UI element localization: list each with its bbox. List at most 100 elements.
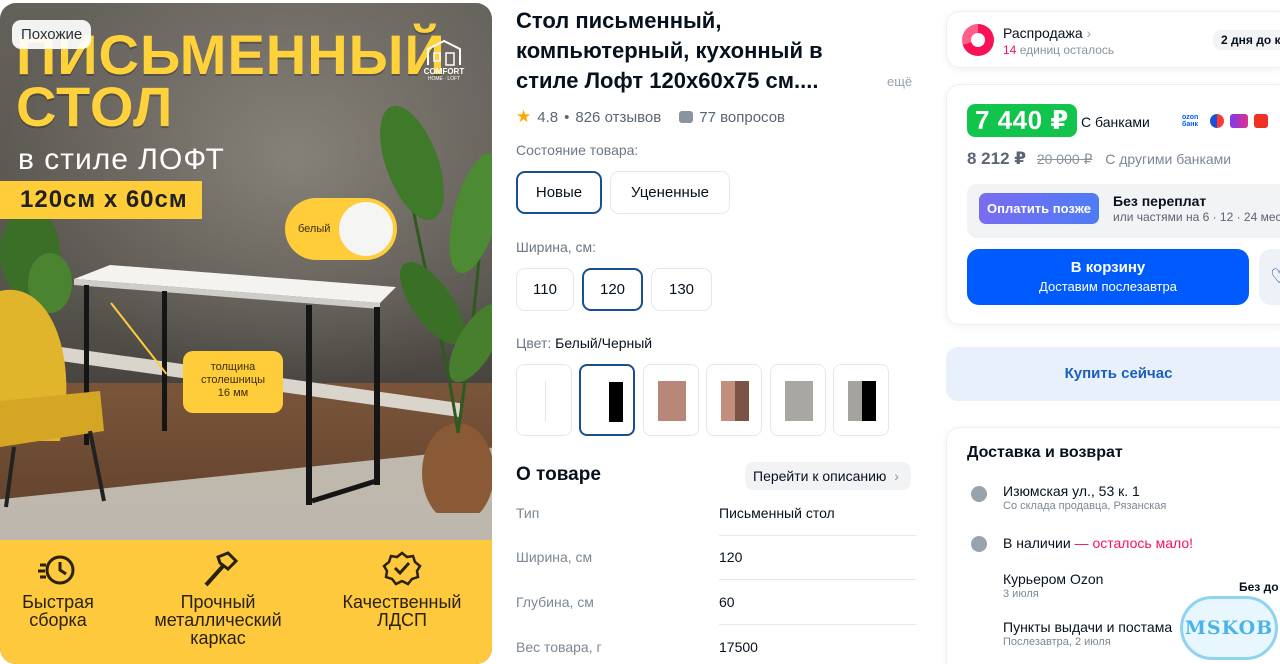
spec-value: 60: [719, 594, 735, 610]
other-price: 8 212 ₽: [967, 149, 1027, 168]
stock-prefix: В наличии: [1003, 535, 1071, 551]
add-to-cart-button[interactable]: В корзину Доставим послезавтра: [967, 249, 1249, 305]
buy-now-button[interactable]: Купить сейчас: [946, 347, 1280, 401]
feature-line1: Прочный: [180, 592, 256, 612]
house-logo-icon: [427, 39, 461, 66]
width-110-button[interactable]: 110: [516, 268, 574, 311]
questions-link[interactable]: 77 вопросов: [699, 109, 785, 126]
chevron-right-icon: ›: [894, 468, 899, 484]
swatch-concrete[interactable]: [770, 364, 826, 436]
ozon-bank-icon: ozon банк: [1182, 114, 1204, 128]
width-options: 110 120 130: [516, 268, 916, 312]
other-banks-label: С другими банками: [1105, 151, 1232, 167]
title-more-link[interactable]: ещё: [887, 74, 912, 89]
pay-later-box[interactable]: Оплатить позже Без переплат или частями …: [967, 184, 1280, 238]
hammer-icon: [204, 551, 238, 587]
sale-count: 14: [1003, 43, 1017, 57]
star-icon: ★: [516, 107, 532, 126]
goto-description-button[interactable]: Перейти к описанию ›: [745, 462, 911, 490]
stock-status: В наличии — осталось мало!: [1003, 535, 1193, 551]
courier-date: 3 июля: [1003, 588, 1039, 600]
courier-price: Без до: [1239, 580, 1279, 594]
check-circle-icon: [971, 536, 987, 552]
pickup-date: Послезавтра, 2 июля: [1003, 636, 1111, 648]
spec-row: Ширина, см 120: [516, 549, 916, 594]
logo-line2: HOME · LOFT: [427, 76, 461, 82]
watermark-logo: MSKOB: [1180, 596, 1278, 660]
old-price: 20 000 ₽: [1036, 151, 1093, 167]
bank-logo-icon: [1254, 114, 1268, 128]
thickness-line3: 16 мм: [217, 387, 249, 399]
product-main-image[interactable]: ПИСЬМЕННЫЙ СТОЛ в стиле ЛОФТ 120см х 60с…: [0, 3, 492, 664]
courier-option[interactable]: Курьером Ozon: [1003, 571, 1103, 587]
color-callout-label: белый: [298, 223, 331, 235]
condition-options: Новые Уцененные: [516, 171, 916, 215]
swatch-white-black[interactable]: [579, 364, 635, 436]
size-tag: 120см х 60см: [0, 181, 202, 219]
feature-metal-frame: Прочный металлический каркас: [146, 551, 290, 647]
feature-line2: ЛДСП: [377, 610, 427, 630]
feature-line1: Качественный: [342, 592, 462, 612]
stock-dash: —: [1070, 535, 1093, 551]
pay-later-button[interactable]: Оплатить позже: [979, 193, 1099, 224]
other-banks-price-row: 8 212 ₽ 20 000 ₽ С другими банками: [967, 149, 1231, 169]
pickup-option[interactable]: Пункты выдачи и постама: [1003, 619, 1172, 635]
condition-new-button[interactable]: Новые: [516, 171, 602, 214]
heart-icon: ♡: [1270, 266, 1280, 288]
sale-banner[interactable]: Распродажа › 14 единиц осталось 2 дня до…: [946, 11, 1280, 68]
ozon-bank-line2: банк: [1182, 121, 1198, 128]
bank-price: 7 440 ₽: [967, 104, 1077, 137]
sale-ring-icon: [962, 24, 994, 56]
feature-line1: Быстрая: [22, 592, 94, 612]
spec-divider: [719, 535, 916, 536]
swatch-marble-brown[interactable]: [643, 364, 699, 436]
swatch-white[interactable]: [516, 364, 572, 436]
favorite-button[interactable]: ♡: [1259, 249, 1280, 305]
swatch-part-b: [609, 382, 623, 422]
delivery-address-sub: Со склада продавца, Рязанская: [1003, 500, 1167, 512]
feature-quality-ldsp: Качественный ЛДСП: [330, 551, 474, 629]
width-130-button[interactable]: 130: [651, 268, 712, 311]
feature-line2: металлический: [154, 610, 282, 630]
rating-row: ★ 4.8 • 826 отзывов 77 вопросов: [516, 107, 785, 127]
product-title: Стол письменный, компьютерный, кухонный …: [516, 8, 823, 93]
brand-logo: COMFORT HOME · LOFT: [418, 39, 470, 82]
swatch-part-a: [721, 381, 735, 421]
pay-later-title: Без переплат: [1113, 193, 1207, 209]
add-to-cart-label: В корзину: [1070, 259, 1146, 276]
swatch-part-a: [531, 381, 545, 421]
swatch-part-b: [735, 381, 749, 421]
feature-line2: сборка: [29, 610, 87, 630]
condition-discounted-button[interactable]: Уцененные: [610, 171, 730, 214]
chair-illustration: [0, 289, 106, 508]
stopwatch-icon: [38, 555, 75, 585]
hero-subtitle: в стиле ЛОФТ: [18, 143, 225, 176]
bank-icons: ozon банк: [1182, 114, 1268, 128]
feature-fast-assembly: Быстрая сборка: [10, 551, 106, 629]
spec-key: Тип: [516, 505, 540, 521]
thickness-line1: толщина: [210, 361, 256, 373]
swatch-part-a: [595, 382, 609, 422]
width-120-button[interactable]: 120: [582, 268, 643, 311]
delivery-address[interactable]: Изюмская ул., 53 к. 1: [1003, 483, 1140, 499]
quality-badge-icon: [382, 551, 422, 586]
color-callout-swatch: [339, 202, 393, 256]
spec-divider: [719, 579, 916, 580]
color-callout: белый: [285, 198, 397, 260]
sale-subtitle: 14 единиц осталось: [1003, 43, 1114, 57]
color-label-key: Цвет:: [516, 335, 552, 351]
spec-row: Глубина, см 60: [516, 594, 916, 639]
swatch-concrete-black[interactable]: [833, 364, 889, 436]
swatch-marble-brown-black[interactable]: [706, 364, 762, 436]
logo-line1: COMFORT: [423, 67, 465, 76]
spec-key: Глубина, см: [516, 594, 594, 610]
spec-value: 120: [719, 549, 743, 565]
similar-button[interactable]: Похожие: [12, 20, 92, 49]
sale-title: Распродажа ›: [1003, 25, 1091, 41]
reviews-link[interactable]: 826 отзывов: [575, 109, 661, 126]
pay-later-subtitle: или частями на 6 · 12 · 24 мес: [1113, 210, 1280, 224]
spec-value: Письменный стол: [719, 505, 835, 521]
sale-timer-pill: 2 дня до к: [1213, 30, 1280, 50]
location-pin-icon: [971, 486, 987, 502]
about-product-title: О товаре: [516, 464, 601, 485]
